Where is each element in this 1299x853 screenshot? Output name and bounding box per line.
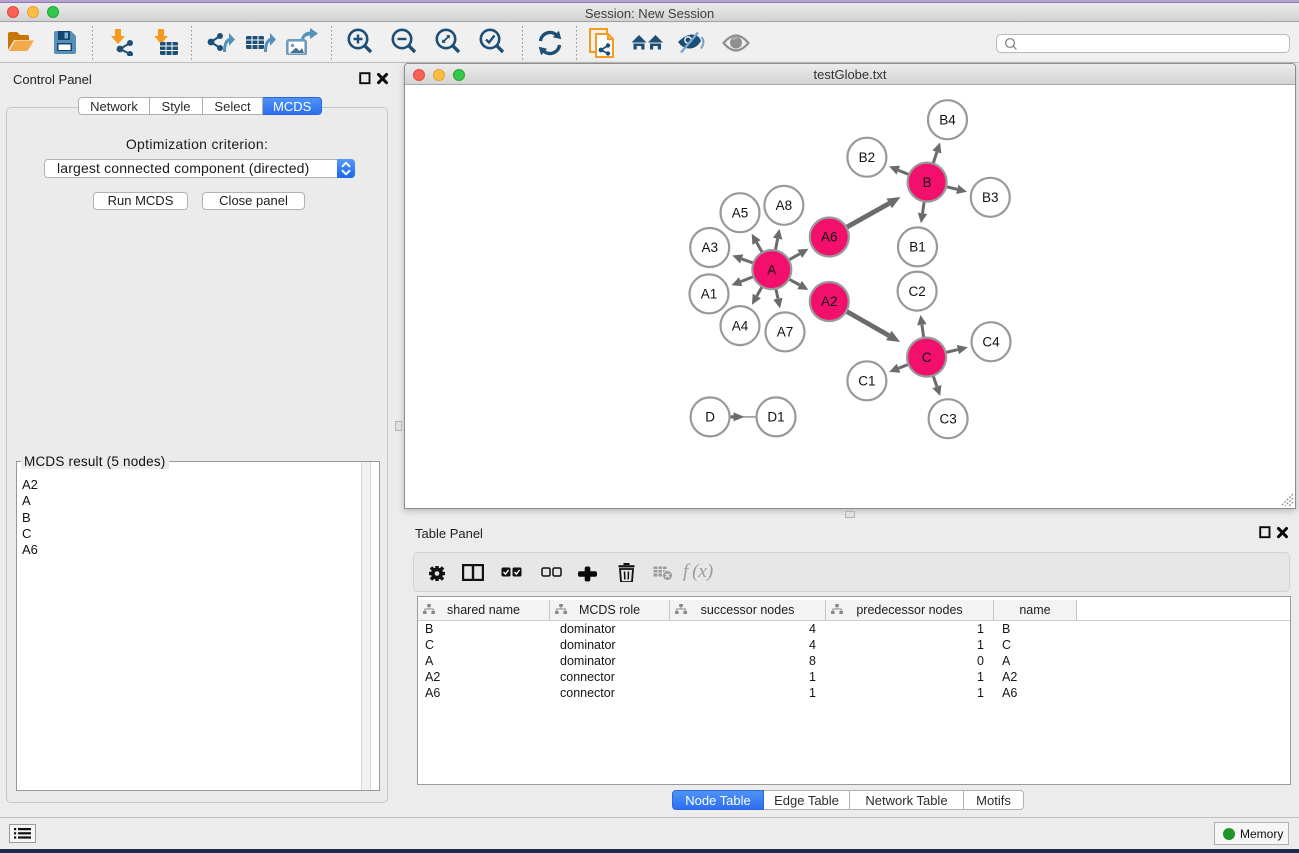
- svg-text:A8: A8: [776, 198, 793, 213]
- svg-text:A4: A4: [732, 318, 749, 333]
- svg-text:A1: A1: [701, 287, 718, 302]
- svg-text:D: D: [705, 410, 715, 425]
- svg-text:C2: C2: [908, 284, 925, 299]
- svg-text:B: B: [923, 175, 932, 190]
- svg-text:B1: B1: [909, 240, 926, 255]
- svg-text:A3: A3: [701, 240, 718, 255]
- svg-text:C4: C4: [982, 334, 1000, 349]
- svg-text:B4: B4: [939, 112, 956, 127]
- svg-text:A6: A6: [821, 230, 838, 245]
- svg-text:A: A: [767, 262, 776, 277]
- svg-text:A5: A5: [732, 205, 749, 220]
- svg-text:B2: B2: [859, 150, 876, 165]
- svg-text:C3: C3: [939, 411, 956, 426]
- svg-text:D1: D1: [767, 410, 784, 425]
- svg-text:C1: C1: [858, 374, 875, 389]
- svg-text:C: C: [922, 350, 932, 365]
- svg-text:A2: A2: [821, 294, 838, 309]
- svg-text:B3: B3: [982, 190, 999, 205]
- svg-text:A7: A7: [777, 325, 794, 340]
